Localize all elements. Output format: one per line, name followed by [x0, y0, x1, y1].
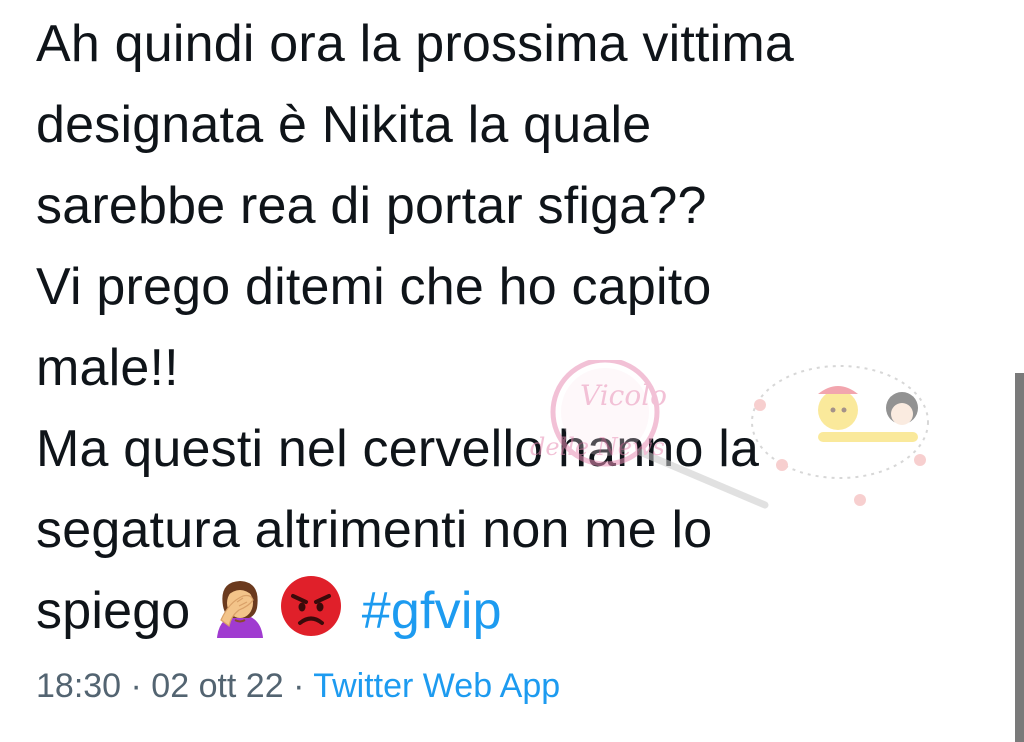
- hashtag-link[interactable]: #gfvip: [362, 582, 502, 640]
- tweet-meta: 18:30 · 02 ott 22 · Twitter Web App: [36, 660, 560, 712]
- tweet-text: Ah quindi ora la prossima vittima design…: [36, 4, 996, 662]
- tweet-line-3: sarebbe rea di portar sfiga??: [36, 177, 707, 235]
- timestamp-link[interactable]: 18:30 · 02 ott 22 ·: [36, 667, 313, 705]
- tweet-line-5: male!!: [36, 339, 179, 397]
- tweet-line-4: Vi prego ditemi che ho capito: [36, 258, 712, 316]
- angry-face-icon: [279, 574, 343, 662]
- tweet-line-7: segatura altrimenti non me lo: [36, 501, 713, 559]
- scrollbar[interactable]: [1015, 373, 1024, 742]
- tweet-line-1: Ah quindi ora la prossima vittima: [36, 15, 795, 73]
- source-link[interactable]: Twitter Web App: [313, 667, 560, 705]
- woman-facepalming-icon: [209, 576, 271, 662]
- tweet-line-8: spiego: [36, 582, 191, 640]
- tweet-line-6: Ma questi nel cervello hanno la: [36, 420, 760, 478]
- tweet-line-2: designata è Nikita la quale: [36, 96, 652, 154]
- tweet: Ah quindi ora la prossima vittima design…: [36, 4, 996, 662]
